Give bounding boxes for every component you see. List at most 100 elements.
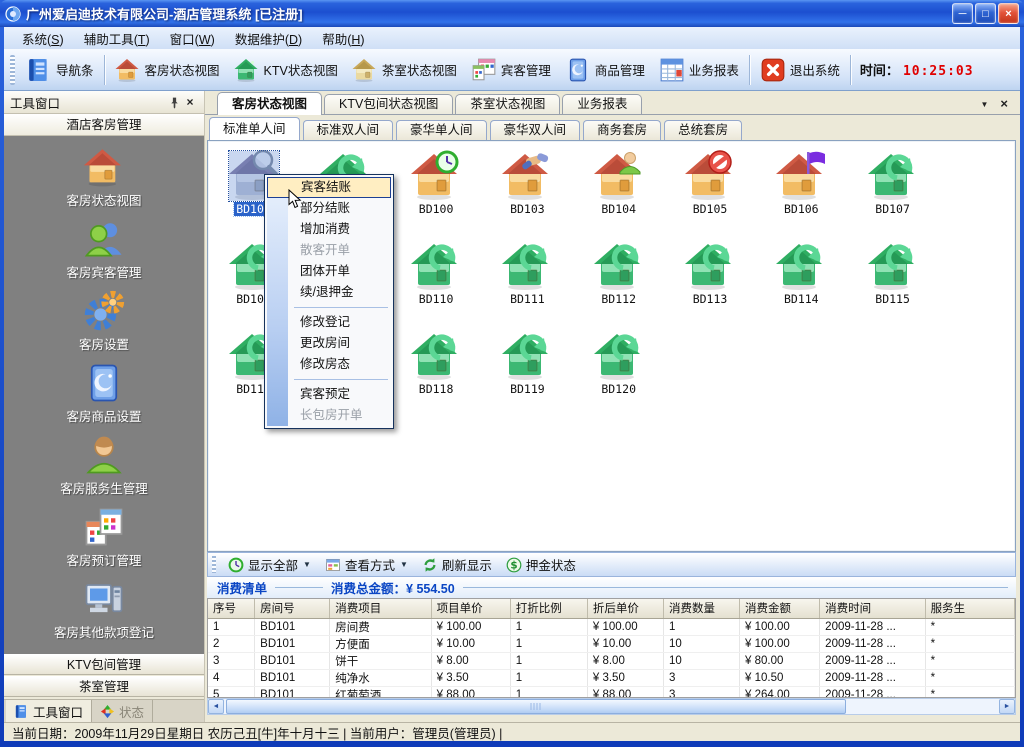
room-BD107[interactable]: BD107 (847, 150, 938, 216)
room-type-tabstrip: 标准单人间标准双人间豪华单人间豪华双人间商务套房总统套房 (205, 115, 1020, 140)
sidebar-close-icon[interactable]: × (182, 94, 198, 110)
table-row[interactable]: 5BD101红葡萄酒¥ 88.001¥ 88.003¥ 264.002009-1… (208, 686, 1015, 698)
room-BD114[interactable]: BD114 (756, 240, 847, 306)
room-type-tab-2[interactable]: 标准双人间 (303, 120, 394, 140)
room-BD110[interactable]: BD110 (391, 240, 482, 306)
context-menu-item-3[interactable]: 增加消费 (267, 219, 391, 240)
table-row[interactable]: 1BD101房间费¥ 100.001¥ 100.001¥ 100.002009-… (208, 618, 1015, 635)
context-menu-item-6[interactable]: 续/退押金 (267, 282, 391, 303)
consumption-total-label: 消费总金额： (331, 582, 406, 596)
sidebar-bottom-tab-2[interactable]: 状态 (92, 700, 153, 722)
minimize-button[interactable]: ─ (952, 3, 973, 24)
column-header-7[interactable]: 消费数量 (663, 599, 739, 618)
toolbar-button-5[interactable]: 宾客管理 (464, 52, 558, 88)
room-type-tab-6[interactable]: 总统套房 (664, 120, 742, 140)
room-type-tab-5[interactable]: 商务套房 (583, 120, 661, 140)
room-type-tab-4[interactable]: 豪华双人间 (490, 120, 581, 140)
document-tab-2[interactable]: KTV包间状态视图 (324, 94, 453, 114)
action-button-3[interactable]: 刷新显示 (415, 555, 499, 574)
context-menu-item-4[interactable]: 散客开单 (267, 240, 391, 261)
toolbar-button-3[interactable]: KTV状态视图 (227, 52, 345, 88)
column-header-6[interactable]: 折后单价 (587, 599, 663, 618)
sidebar-item-3[interactable]: 客房设置 (4, 290, 204, 362)
room-BD106[interactable]: BD106 (756, 150, 847, 216)
column-header-4[interactable]: 项目单价 (431, 599, 510, 618)
sidebar-group-hotel-rooms[interactable]: 酒店客房管理 (4, 114, 204, 136)
horizontal-scrollbar[interactable]: ◄ ► (207, 698, 1016, 715)
context-menu-item-1[interactable]: 宾客结账 (267, 177, 391, 198)
tab-close-icon[interactable]: × (1000, 99, 1008, 109)
sidebar-item-2[interactable]: 客房宾客管理 (4, 218, 204, 290)
table-row[interactable]: 4BD101纯净水¥ 3.501¥ 3.503¥ 10.502009-11-28… (208, 669, 1015, 686)
room-BD113[interactable]: BD113 (665, 240, 756, 306)
menu-item-1[interactable]: 系统(S) (12, 26, 74, 51)
menu-item-5[interactable]: 帮助(H) (312, 26, 374, 51)
column-header-9[interactable]: 消费时间 (820, 599, 926, 618)
sidebar-item-7[interactable]: 客房其他款项登记 (4, 578, 204, 650)
sidebar-group-tearoom[interactable]: 茶室管理 (4, 676, 204, 697)
room-label: BD105 (691, 202, 730, 216)
room-BD111[interactable]: BD111 (482, 240, 573, 306)
close-button[interactable]: × (998, 3, 1019, 24)
column-header-10[interactable]: 服务生 (925, 599, 1014, 618)
menu-item-4[interactable]: 数据维护(D) (225, 26, 312, 51)
sidebar-bottom-tab-1[interactable]: 工具窗口 (6, 700, 92, 722)
document-tab-4[interactable]: 业务报表 (562, 94, 642, 114)
room-BD119[interactable]: BD119 (482, 330, 573, 396)
menu-item-2[interactable]: 辅助工具(T) (74, 26, 160, 51)
room-context-menu: 宾客结账部分结账增加消费散客开单团体开单续/退押金修改登记更改房间修改房态宾客预… (264, 174, 394, 429)
toolbar-button-4[interactable]: 茶室状态视图 (345, 52, 464, 88)
room-type-tab-1[interactable]: 标准单人间 (209, 117, 300, 140)
context-menu-item-13[interactable]: 长包房开单 (267, 405, 391, 426)
table-row[interactable]: 3BD101饼干¥ 8.001¥ 8.0010¥ 80.002009-11-28… (208, 652, 1015, 669)
column-header-1[interactable]: 序号 (208, 599, 255, 618)
document-tab-3[interactable]: 茶室状态视图 (455, 94, 560, 114)
column-header-5[interactable]: 打折比例 (510, 599, 587, 618)
pin-icon[interactable] (166, 94, 182, 110)
document-tab-1[interactable]: 客房状态视图 (217, 92, 322, 115)
action-button-2[interactable]: 查看方式▼ (318, 555, 415, 574)
room-label: BD110 (417, 292, 456, 306)
column-header-3[interactable]: 消费项目 (330, 599, 431, 618)
menu-item-3[interactable]: 窗口(W) (160, 26, 225, 51)
context-menu-item-9[interactable]: 更改房间 (267, 333, 391, 354)
context-menu-item-8[interactable]: 修改登记 (267, 312, 391, 333)
action-button-4[interactable]: $押金状态 (499, 555, 583, 574)
sidebar-item-5[interactable]: 客房服务生管理 (4, 434, 204, 506)
column-header-8[interactable]: 消费金额 (740, 599, 820, 618)
sidebar-item-6[interactable]: 客房预订管理 (4, 506, 204, 578)
room-BD104[interactable]: BD104 (573, 150, 664, 216)
toolbar-grip[interactable] (10, 55, 15, 85)
toolbar-button-2[interactable]: 客房状态视图 (108, 52, 227, 88)
toolbar-button-7[interactable]: 业务报表 (652, 52, 746, 88)
actionbar-grip[interactable] (212, 556, 216, 573)
table-row[interactable]: 2BD101方便面¥ 10.001¥ 10.0010¥ 100.002009-1… (208, 635, 1015, 652)
room-BD115[interactable]: BD115 (847, 240, 938, 306)
action-button-1[interactable]: 显示全部▼ (221, 555, 318, 574)
room-BD100[interactable]: BD100 (391, 150, 482, 216)
sidebar-item-4[interactable]: 客房商品设置 (4, 362, 204, 434)
context-menu-item-10[interactable]: 修改房态 (267, 354, 391, 375)
tab-list-dropdown-icon[interactable]: ▼ (980, 100, 988, 109)
room-BD105[interactable]: BD105 (665, 150, 756, 216)
scrollbar-thumb[interactable] (226, 699, 846, 714)
report-sheet-icon (659, 57, 685, 83)
room-BD120[interactable]: BD120 (573, 330, 664, 396)
toolbar-button-6[interactable]: 商品管理 (558, 52, 652, 88)
maximize-button[interactable]: □ (975, 3, 996, 24)
room-type-tab-3[interactable]: 豪华单人间 (396, 120, 487, 140)
column-header-2[interactable]: 房间号 (255, 599, 330, 618)
room-BD103[interactable]: BD103 (482, 150, 573, 216)
scroll-right-arrow-icon[interactable]: ► (999, 699, 1015, 714)
context-menu-item-5[interactable]: 团体开单 (267, 261, 391, 282)
room-BD118[interactable]: BD118 (391, 330, 482, 396)
room-BD112[interactable]: BD112 (573, 240, 664, 306)
context-menu-item-12[interactable]: 宾客预定 (267, 384, 391, 405)
context-menu-item-2[interactable]: 部分结账 (267, 198, 391, 219)
toolbar-button-1[interactable]: 导航条 (19, 52, 101, 88)
scroll-left-arrow-icon[interactable]: ◄ (208, 699, 224, 714)
toolbar-button-8[interactable]: 退出系统 (753, 52, 847, 88)
guest-people-icon (83, 218, 125, 260)
sidebar-group-ktv[interactable]: KTV包间管理 (4, 654, 204, 675)
sidebar-item-1[interactable]: 客房状态视图 (4, 146, 204, 218)
